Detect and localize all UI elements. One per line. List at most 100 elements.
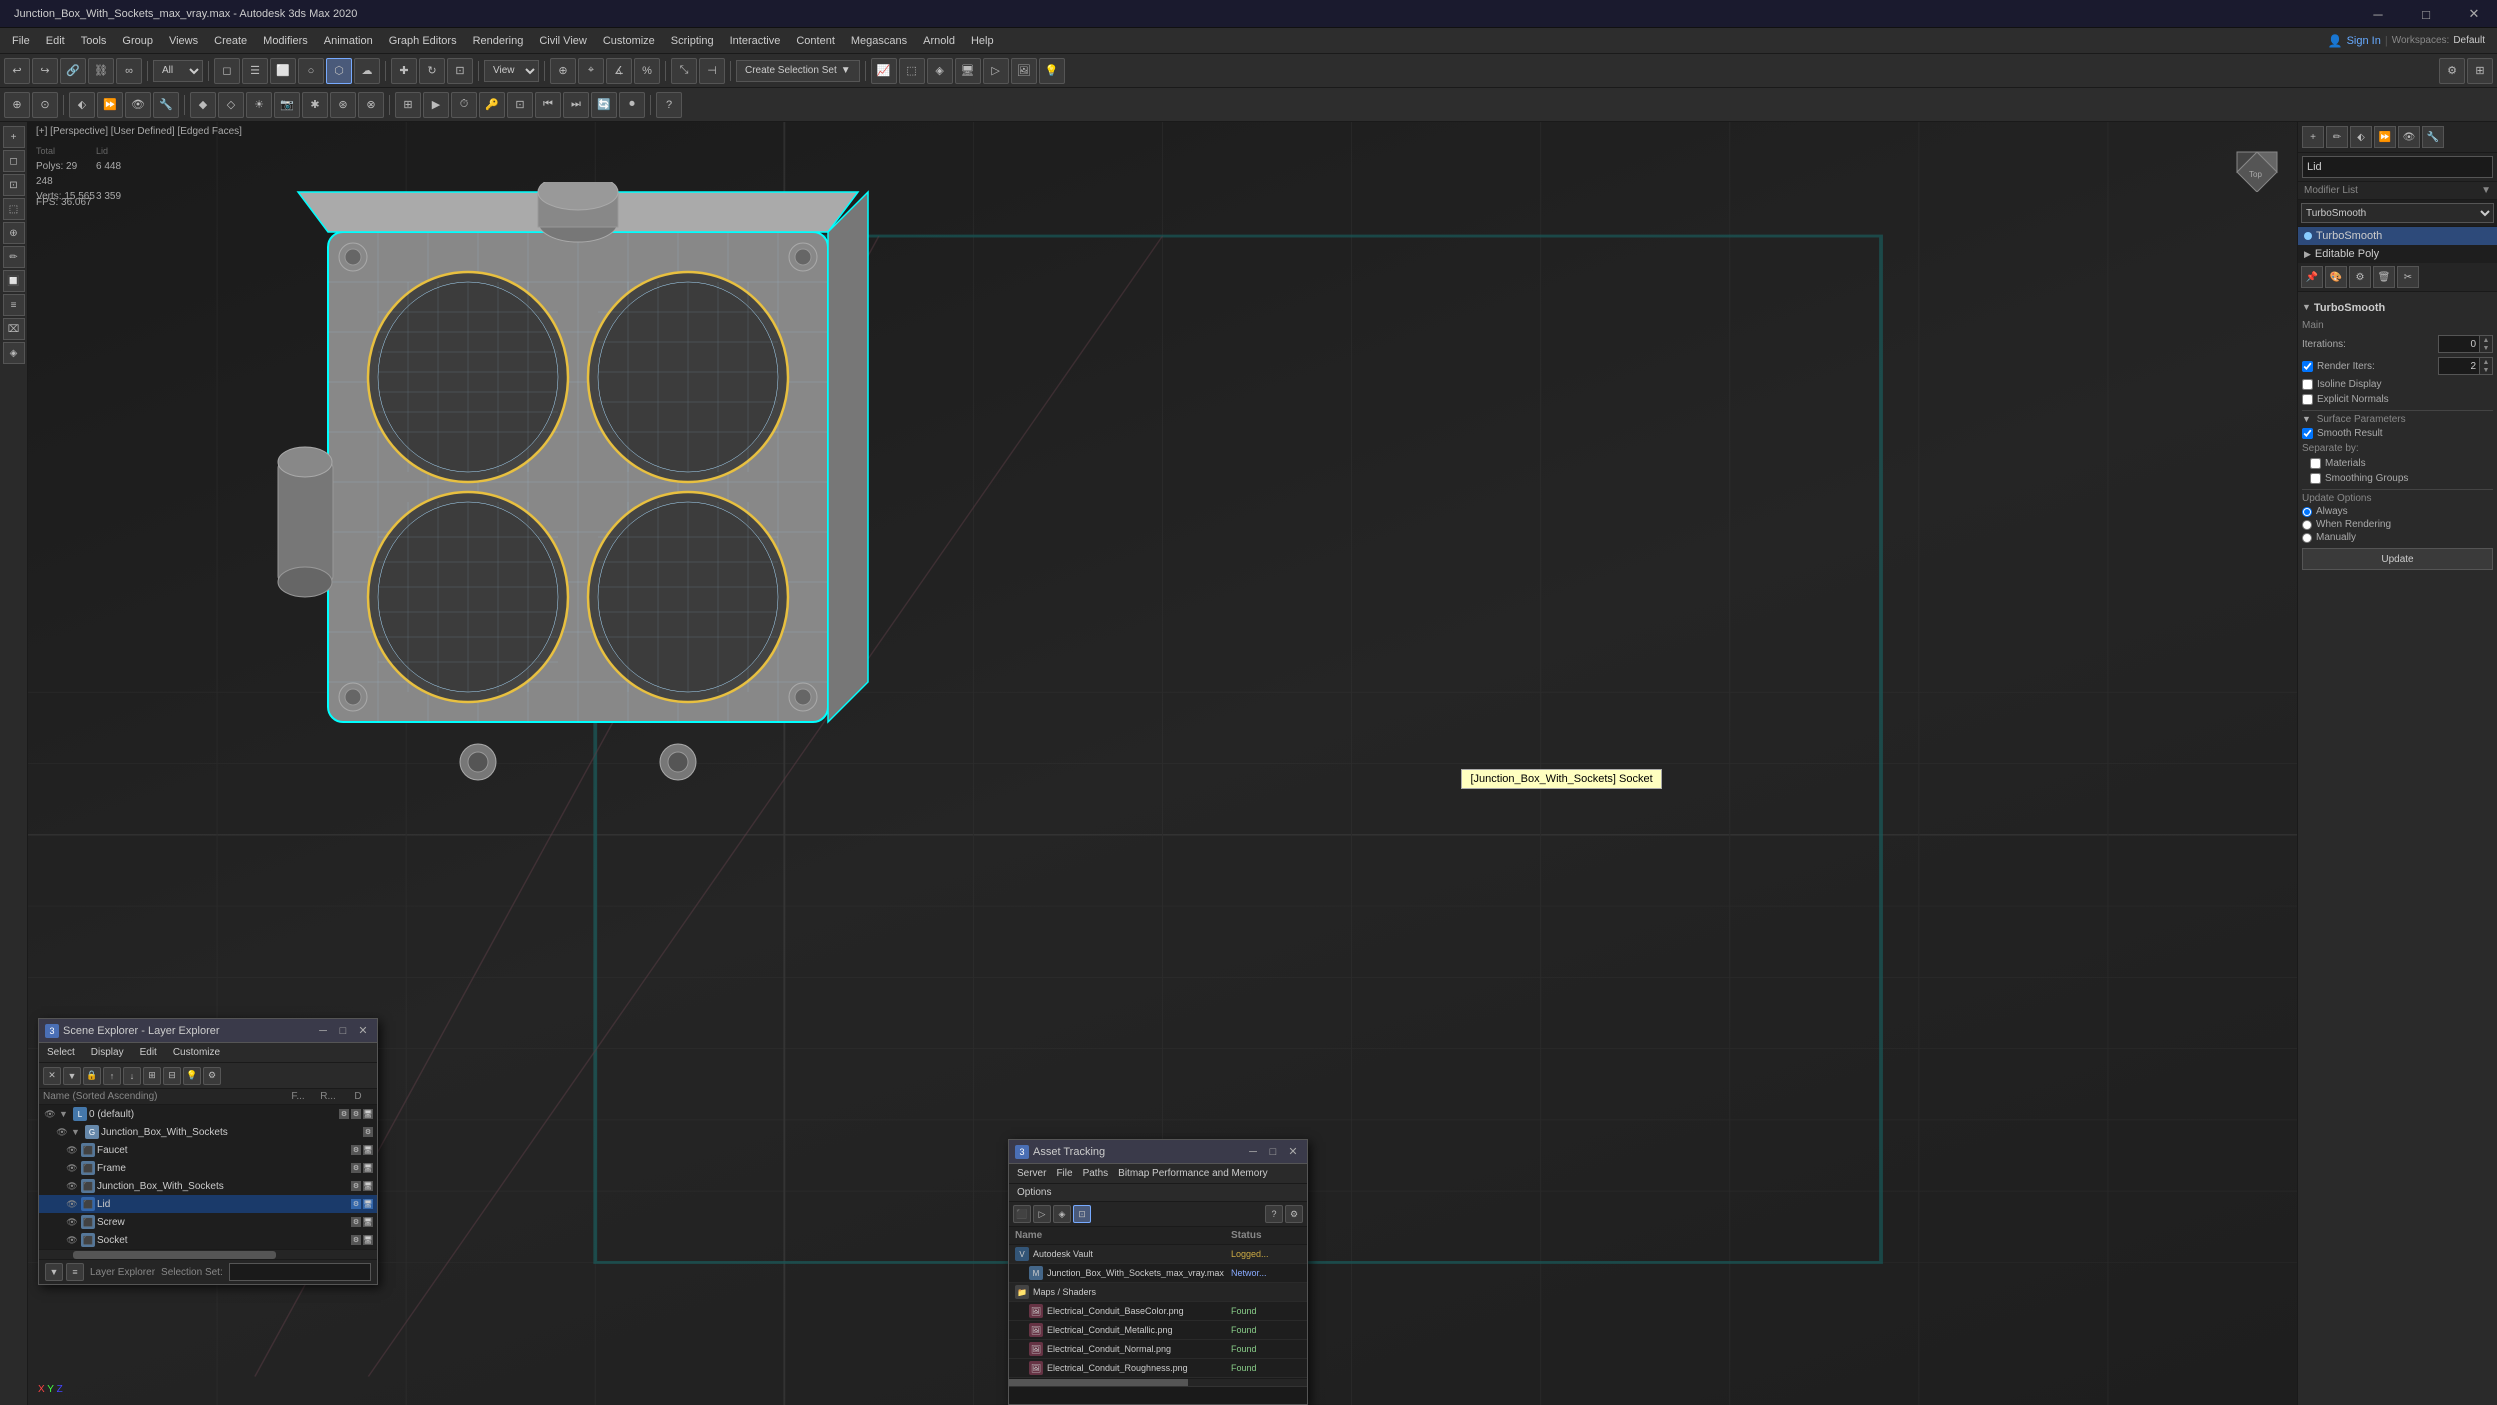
iterations-spinner[interactable]: 0 ▲ ▼ [2438,335,2493,353]
scene-footer-btn1[interactable]: ▼ [45,1263,63,1281]
create-helpers-btn[interactable]: ✱ [302,92,328,118]
scale-uniform-btn[interactable]: ⊡ [447,58,473,84]
tree-item-socket[interactable]: 👁 ⬛ Socket ⚙ 🖥 [39,1231,377,1249]
iterations-down[interactable]: ▼ [2480,344,2492,352]
left-tool-9[interactable]: ⌧ [3,318,25,340]
menu-animation[interactable]: Animation [316,28,381,53]
tree-item-lid[interactable]: 👁 ⬛ Lid ⚙ 🖥 [39,1195,377,1213]
left-tool-10[interactable]: ◈ [3,342,25,364]
select-obj-btn[interactable]: ◻ [214,58,240,84]
scene-explorer-minimize[interactable]: ─ [315,1023,331,1039]
tree-item-0default[interactable]: 👁 ▼ L 0 (default) ⚙ ⚙ 🖥 [39,1105,377,1123]
create-shapes-btn[interactable]: ◇ [218,92,244,118]
menu-create[interactable]: Create [206,28,255,53]
left-tool-3[interactable]: ⊡ [3,174,25,196]
prev-key-btn[interactable]: ⏮ [535,92,561,118]
menu-scripting[interactable]: Scripting [663,28,722,53]
maximize-button[interactable]: □ [2403,0,2449,28]
show-ui-btn[interactable]: ⊞ [2467,58,2493,84]
undo-btn[interactable]: ↩ [4,58,30,84]
asset-tb-settings[interactable]: ⚙ [1285,1205,1303,1223]
create-lights-btn[interactable]: ☀ [246,92,272,118]
render-iters-arrows[interactable]: ▲ ▼ [2479,358,2492,374]
tree-item-screw[interactable]: 👁 ⬛ Screw ⚙ 🖥 [39,1213,377,1231]
asset-menu-options[interactable]: Options [1013,1185,1055,1200]
create-geometry-btn[interactable]: ◆ [190,92,216,118]
viewport-config-btn[interactable]: ⚙ [2439,58,2465,84]
snap-toggle-btn[interactable]: ⌖ [578,58,604,84]
object-name-input[interactable] [2302,156,2493,178]
update-btn[interactable]: Update [2302,548,2493,570]
asset-menu-file[interactable]: File [1052,1166,1076,1181]
asset-row-metallic[interactable]: 🖼 Electrical_Conduit_Metallic.png Found [1009,1321,1307,1340]
configure-btn[interactable]: ⚙ [2349,266,2371,288]
asset-row-normal[interactable]: 🖼 Electrical_Conduit_Normal.png Found [1009,1340,1307,1359]
align-btn[interactable]: ⊣ [699,58,725,84]
scene-hscroll[interactable] [39,1249,377,1259]
next-key-btn[interactable]: ⏭ [563,92,589,118]
percent-snap-btn[interactable]: % [634,58,660,84]
modifier-item-epoly[interactable]: ▶ Editable Poly [2298,245,2497,263]
tree-item-faucet[interactable]: 👁 ⬛ Faucet ⚙ 🖥 [39,1141,377,1159]
keys-btn[interactable]: 🔑 [479,92,505,118]
active-color-btn[interactable]: 🎨 [2325,266,2347,288]
menu-megascans[interactable]: Megascans [843,28,915,53]
modifier-item-turbosmooth[interactable]: TurboSmooth [2298,227,2497,245]
display-btn[interactable]: 👁 [125,92,151,118]
play-btn[interactable]: ▶ [423,92,449,118]
tree-item-frame[interactable]: 👁 ⬛ Frame ⚙ 🖥 [39,1159,377,1177]
hierarchy-btn[interactable]: ⬖ [69,92,95,118]
manually-radio[interactable] [2302,533,2312,543]
menu-tools[interactable]: Tools [73,28,115,53]
sign-in-btn[interactable]: Sign In [2347,35,2381,47]
asset-row-basecolor[interactable]: 🖼 Electrical_Conduit_BaseColor.png Found [1009,1302,1307,1321]
iterations-arrows[interactable]: ▲ ▼ [2479,336,2492,352]
asset-restore[interactable]: □ [1265,1144,1281,1160]
asset-close[interactable]: ✕ [1285,1144,1301,1160]
motion-btn[interactable]: ⏩ [97,92,123,118]
render-iters-down[interactable]: ▼ [2480,366,2492,374]
modify-panel-tab[interactable]: ✏ [2326,126,2348,148]
viewport-cube[interactable]: Top [2227,132,2287,192]
motion-panel-tab[interactable]: ⏩ [2374,126,2396,148]
render-setup-btn[interactable]: 🖥 [955,58,981,84]
selection-set-input[interactable] [229,1263,371,1281]
render-frame-btn[interactable]: 🖼 [1011,58,1037,84]
menu-graph-editors[interactable]: Graph Editors [381,28,465,53]
menu-modifiers[interactable]: Modifiers [255,28,316,53]
modifier-list-dropdown[interactable]: ▼ [2481,185,2491,196]
asset-menu-bitmap[interactable]: Bitmap Performance and Memory [1114,1166,1272,1181]
explicit-normals-checkbox[interactable] [2302,394,2313,405]
menu-arnold[interactable]: Arnold [915,28,963,53]
viewport-area[interactable]: [+] [Perspective] [User Defined] [Edged … [28,122,2297,1405]
angle-snap-btn[interactable]: ∡ [606,58,632,84]
menu-help[interactable]: Help [963,28,1002,53]
workspace-default[interactable]: Default [2453,35,2485,46]
scene-light-btn[interactable]: 💡 [183,1067,201,1085]
modifier-selector[interactable]: TurboSmooth Editable Poly [2301,203,2494,223]
magnet-btn[interactable]: ⊙ [32,92,58,118]
lasso-select-btn[interactable]: ☁ [354,58,380,84]
render-iters-checkbox[interactable] [2302,361,2313,372]
create-selection-set-btn[interactable]: Create Selection Set ▼ [736,60,860,82]
scene-down-btn[interactable]: ↓ [123,1067,141,1085]
left-tool-8[interactable]: ≡ [3,294,25,316]
snap-btn[interactable]: ⊕ [4,92,30,118]
time-config-btn[interactable]: ⏱ [451,92,477,118]
iterations-up[interactable]: ▲ [2480,336,2492,344]
asset-tb-4[interactable]: ⊡ [1073,1205,1091,1223]
asset-row-maps[interactable]: 📁 Maps / Shaders [1009,1283,1307,1302]
active-shade-btn[interactable]: 💡 [1039,58,1065,84]
scene-explorer-restore[interactable]: □ [335,1023,351,1039]
redo-btn[interactable]: ↪ [32,58,58,84]
left-tool-2[interactable]: ◻ [3,150,25,172]
scene-explorer-close[interactable]: ✕ [355,1023,371,1039]
asset-hscroll[interactable] [1009,1378,1307,1386]
asset-tb-2[interactable]: ▷ [1033,1205,1051,1223]
bind-btn[interactable]: ∞ [116,58,142,84]
menu-rendering[interactable]: Rendering [465,28,532,53]
left-tool-5[interactable]: ⊕ [3,222,25,244]
mirror-btn[interactable]: ⤡ [671,58,697,84]
scene-lock-btn[interactable]: 🔒 [83,1067,101,1085]
utilities-btn[interactable]: 🔧 [153,92,179,118]
